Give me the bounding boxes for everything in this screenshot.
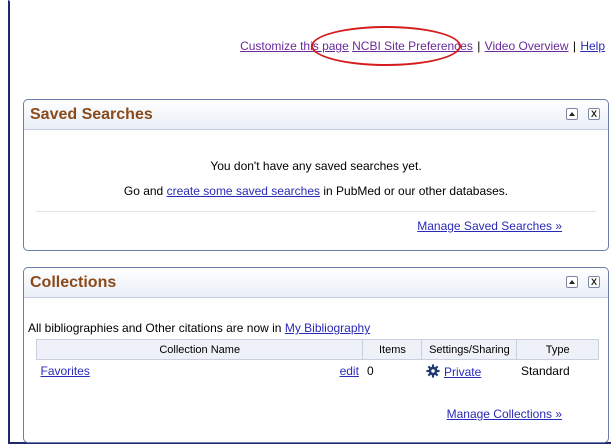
separator: | bbox=[477, 39, 481, 53]
table-header-row: Collection Name Items Settings/Sharing T… bbox=[35, 339, 599, 360]
collection-name-cell: Favorites bbox=[37, 360, 258, 383]
table-row: Favorites edit 0 Private Standard bbox=[37, 360, 599, 383]
gear-icon[interactable] bbox=[426, 363, 440, 378]
create-prompt: Go and create some saved searches in Pub… bbox=[24, 184, 608, 198]
portlet-title: Collections bbox=[30, 274, 117, 291]
manage-saved-searches-link[interactable]: Manage Saved Searches » bbox=[417, 219, 562, 233]
sharing-cell: Private bbox=[422, 360, 517, 383]
column-header-type[interactable]: Type bbox=[516, 339, 599, 360]
column-header-items[interactable]: Items bbox=[362, 339, 423, 360]
collapse-button[interactable] bbox=[566, 108, 578, 120]
items-count: 0 bbox=[366, 364, 374, 378]
portlet-title: Saved Searches bbox=[30, 106, 153, 123]
video-overview-link[interactable]: Video Overview bbox=[485, 39, 569, 53]
collapse-button[interactable] bbox=[566, 276, 578, 288]
edit-link[interactable]: edit bbox=[340, 364, 359, 378]
collections-table: Collection Name Items Settings/Sharing T… bbox=[35, 339, 599, 383]
customize-page-link[interactable]: Customize this page bbox=[240, 39, 349, 53]
favorites-link[interactable]: Favorites bbox=[41, 364, 90, 378]
empty-message: You don't have any saved searches yet. bbox=[210, 159, 422, 173]
notice-text: All bibliographies and Other citations a… bbox=[28, 321, 282, 335]
prompt-suffix: in PubMed or our other databases. bbox=[323, 184, 509, 198]
prompt-prefix: Go and bbox=[123, 184, 164, 198]
private-link[interactable]: Private bbox=[444, 365, 481, 379]
column-header-collection-name[interactable]: Collection Name bbox=[35, 339, 364, 360]
triangle-up-icon bbox=[569, 112, 575, 116]
my-bibliography-link[interactable]: My Bibliography bbox=[285, 321, 370, 335]
column-header-settings-sharing[interactable]: Settings/Sharing bbox=[421, 339, 518, 360]
portlet-header: Saved Searches X bbox=[24, 100, 608, 130]
triangle-up-icon bbox=[569, 280, 575, 284]
create-saved-searches-link[interactable]: create some saved searches bbox=[167, 184, 320, 198]
edit-cell: edit bbox=[258, 360, 363, 383]
separator: | bbox=[572, 39, 576, 53]
portlet-header: Collections X bbox=[24, 268, 608, 298]
bibliography-notice: All bibliographies and Other citations a… bbox=[28, 321, 370, 335]
help-link[interactable]: Help bbox=[580, 39, 605, 53]
top-links: Customize this page NCBI Site Preference… bbox=[240, 39, 605, 53]
saved-searches-portlet: Saved Searches X You don't have any save… bbox=[23, 99, 609, 251]
ncbi-site-preferences-link[interactable]: NCBI Site Preferences bbox=[352, 39, 473, 53]
manage-collections-link[interactable]: Manage Collections » bbox=[447, 407, 562, 421]
close-button[interactable]: X bbox=[588, 276, 600, 288]
type-cell: Standard bbox=[520, 364, 570, 378]
divider bbox=[36, 211, 596, 212]
close-button[interactable]: X bbox=[588, 108, 600, 120]
collections-portlet: Collections X All bibliographies and Oth… bbox=[23, 267, 609, 443]
